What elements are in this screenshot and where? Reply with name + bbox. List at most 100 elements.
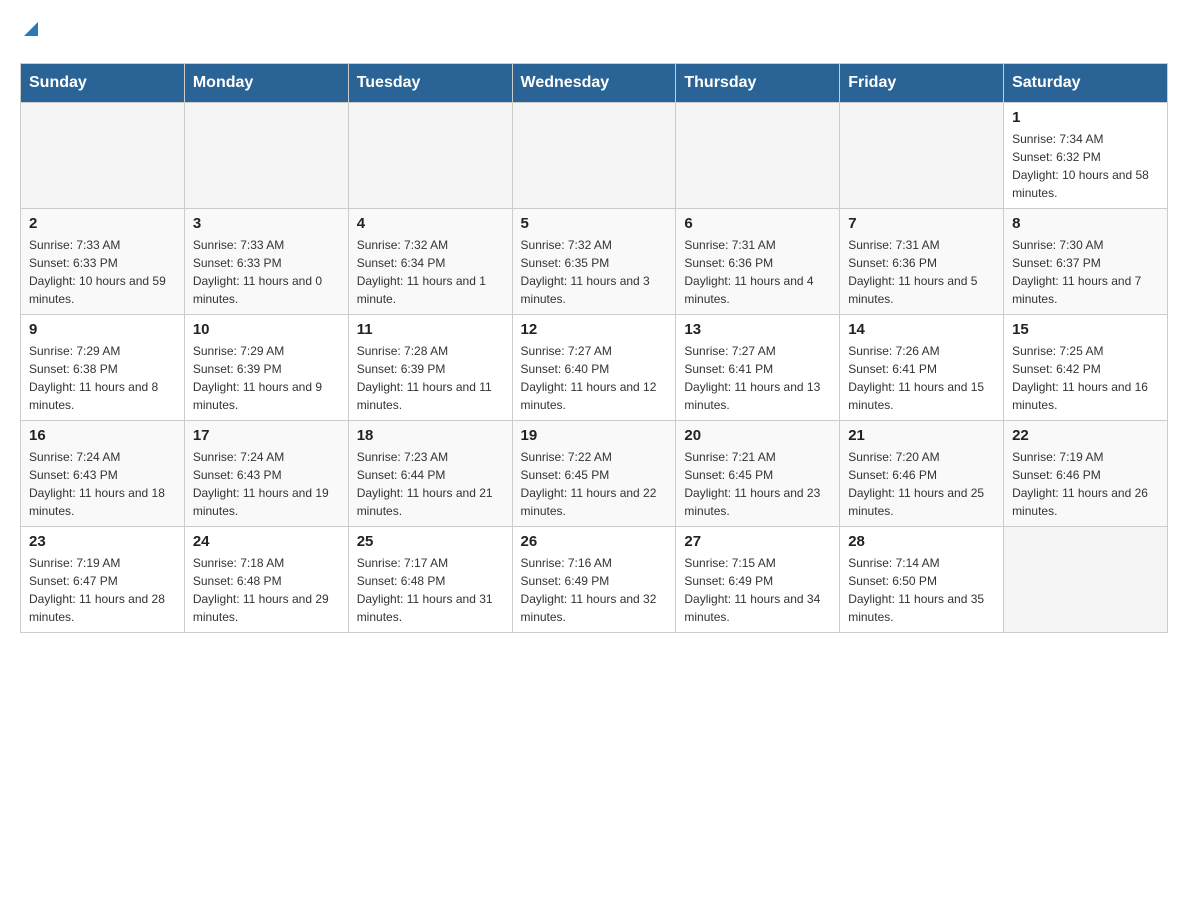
day-number: 20 [684, 427, 831, 444]
calendar-cell: 25 Sunrise: 7:17 AMSunset: 6:48 PMDayligh… [348, 527, 512, 633]
day-number: 17 [193, 427, 340, 444]
calendar-cell: 14 Sunrise: 7:26 AMSunset: 6:41 PMDayligh… [840, 315, 1004, 421]
day-info: Sunrise: 7:14 AMSunset: 6:50 PMDaylight:… [848, 554, 995, 626]
calendar-cell: 26 Sunrise: 7:16 AMSunset: 6:49 PMDayligh… [512, 527, 676, 633]
day-number: 11 [357, 321, 504, 338]
day-number: 27 [684, 533, 831, 550]
day-info: Sunrise: 7:31 AMSunset: 6:36 PMDaylight:… [684, 236, 831, 308]
calendar-week-row: 1 Sunrise: 7:34 AMSunset: 6:32 PMDaylight… [21, 103, 1168, 209]
calendar-cell: 1 Sunrise: 7:34 AMSunset: 6:32 PMDaylight… [1004, 103, 1168, 209]
calendar-cell: 15Sunrise: 7:25 AMSunset: 6:42 PMDayligh… [1004, 315, 1168, 421]
weekday-header-monday: Monday [184, 64, 348, 103]
day-number: 16 [29, 427, 176, 444]
calendar-header-row: SundayMondayTuesdayWednesdayThursdayFrid… [21, 64, 1168, 103]
calendar-cell: 24 Sunrise: 7:18 AMSunset: 6:48 PMDayligh… [184, 527, 348, 633]
day-info: Sunrise: 7:20 AMSunset: 6:46 PMDaylight:… [848, 448, 995, 520]
calendar-cell: 6 Sunrise: 7:31 AMSunset: 6:36 PMDaylight… [676, 209, 840, 315]
day-info: Sunrise: 7:26 AMSunset: 6:41 PMDaylight:… [848, 342, 995, 414]
day-number: 22 [1012, 427, 1159, 444]
calendar-cell [184, 103, 348, 209]
day-number: 21 [848, 427, 995, 444]
day-number: 3 [193, 215, 340, 232]
calendar-cell: 7Sunrise: 7:31 AMSunset: 6:36 PMDaylight… [840, 209, 1004, 315]
calendar-week-row: 9 Sunrise: 7:29 AMSunset: 6:38 PMDaylight… [21, 315, 1168, 421]
weekday-header-wednesday: Wednesday [512, 64, 676, 103]
calendar-week-row: 2 Sunrise: 7:33 AMSunset: 6:33 PMDaylight… [21, 209, 1168, 315]
weekday-header-friday: Friday [840, 64, 1004, 103]
calendar-cell [348, 103, 512, 209]
calendar-cell: 10 Sunrise: 7:29 AMSunset: 6:39 PMDayligh… [184, 315, 348, 421]
logo [20, 20, 42, 47]
calendar-cell: 8 Sunrise: 7:30 AMSunset: 6:37 PMDaylight… [1004, 209, 1168, 315]
day-info: Sunrise: 7:16 AMSunset: 6:49 PMDaylight:… [521, 554, 668, 626]
day-info: Sunrise: 7:30 AMSunset: 6:37 PMDaylight:… [1012, 236, 1159, 308]
day-number: 2 [29, 215, 176, 232]
day-info: Sunrise: 7:24 AMSunset: 6:43 PMDaylight:… [29, 448, 176, 520]
day-number: 12 [521, 321, 668, 338]
day-info: Sunrise: 7:24 AMSunset: 6:43 PMDaylight:… [193, 448, 340, 520]
calendar-cell: 17 Sunrise: 7:24 AMSunset: 6:43 PMDayligh… [184, 421, 348, 527]
day-number: 19 [521, 427, 668, 444]
weekday-header-saturday: Saturday [1004, 64, 1168, 103]
day-number: 6 [684, 215, 831, 232]
calendar-cell: 28 Sunrise: 7:14 AMSunset: 6:50 PMDayligh… [840, 527, 1004, 633]
day-number: 8 [1012, 215, 1159, 232]
day-info: Sunrise: 7:32 AMSunset: 6:34 PMDaylight:… [357, 236, 504, 308]
calendar-week-row: 23 Sunrise: 7:19 AMSunset: 6:47 PMDayligh… [21, 527, 1168, 633]
calendar-cell: 3 Sunrise: 7:33 AMSunset: 6:33 PMDaylight… [184, 209, 348, 315]
day-info: Sunrise: 7:19 AMSunset: 6:47 PMDaylight:… [29, 554, 176, 626]
day-info: Sunrise: 7:27 AMSunset: 6:40 PMDaylight:… [521, 342, 668, 414]
logo-triangle-icon [20, 18, 42, 45]
calendar-cell: 18 Sunrise: 7:23 AMSunset: 6:44 PMDayligh… [348, 421, 512, 527]
calendar-cell: 13 Sunrise: 7:27 AMSunset: 6:41 PMDayligh… [676, 315, 840, 421]
day-info: Sunrise: 7:29 AMSunset: 6:38 PMDaylight:… [29, 342, 176, 414]
calendar-cell [676, 103, 840, 209]
day-number: 28 [848, 533, 995, 550]
day-number: 13 [684, 321, 831, 338]
day-number: 24 [193, 533, 340, 550]
day-number: 10 [193, 321, 340, 338]
calendar-cell: 19 Sunrise: 7:22 AMSunset: 6:45 PMDayligh… [512, 421, 676, 527]
calendar-cell [840, 103, 1004, 209]
day-info: Sunrise: 7:28 AMSunset: 6:39 PMDaylight:… [357, 342, 504, 414]
day-number: 26 [521, 533, 668, 550]
calendar-cell: 21 Sunrise: 7:20 AMSunset: 6:46 PMDayligh… [840, 421, 1004, 527]
day-number: 18 [357, 427, 504, 444]
day-info: Sunrise: 7:17 AMSunset: 6:48 PMDaylight:… [357, 554, 504, 626]
day-number: 9 [29, 321, 176, 338]
day-info: Sunrise: 7:21 AMSunset: 6:45 PMDaylight:… [684, 448, 831, 520]
weekday-header-sunday: Sunday [21, 64, 185, 103]
day-info: Sunrise: 7:19 AMSunset: 6:46 PMDaylight:… [1012, 448, 1159, 520]
calendar-cell: 27Sunrise: 7:15 AMSunset: 6:49 PMDayligh… [676, 527, 840, 633]
day-info: Sunrise: 7:32 AMSunset: 6:35 PMDaylight:… [521, 236, 668, 308]
day-number: 4 [357, 215, 504, 232]
day-info: Sunrise: 7:22 AMSunset: 6:45 PMDaylight:… [521, 448, 668, 520]
day-info: Sunrise: 7:34 AMSunset: 6:32 PMDaylight:… [1012, 130, 1159, 202]
day-info: Sunrise: 7:33 AMSunset: 6:33 PMDaylight:… [193, 236, 340, 308]
calendar-cell: 11 Sunrise: 7:28 AMSunset: 6:39 PMDayligh… [348, 315, 512, 421]
day-number: 14 [848, 321, 995, 338]
calendar-cell [21, 103, 185, 209]
page-header [20, 20, 1168, 47]
day-info: Sunrise: 7:33 AMSunset: 6:33 PMDaylight:… [29, 236, 176, 308]
day-info: Sunrise: 7:18 AMSunset: 6:48 PMDaylight:… [193, 554, 340, 626]
calendar-cell: 20 Sunrise: 7:21 AMSunset: 6:45 PMDayligh… [676, 421, 840, 527]
calendar-cell: 9 Sunrise: 7:29 AMSunset: 6:38 PMDaylight… [21, 315, 185, 421]
calendar-cell: 23 Sunrise: 7:19 AMSunset: 6:47 PMDayligh… [21, 527, 185, 633]
calendar-cell: 5 Sunrise: 7:32 AMSunset: 6:35 PMDaylight… [512, 209, 676, 315]
weekday-header-tuesday: Tuesday [348, 64, 512, 103]
day-number: 25 [357, 533, 504, 550]
day-info: Sunrise: 7:25 AMSunset: 6:42 PMDaylight:… [1012, 342, 1159, 414]
calendar-cell: 22 Sunrise: 7:19 AMSunset: 6:46 PMDayligh… [1004, 421, 1168, 527]
calendar-cell [512, 103, 676, 209]
calendar-week-row: 16 Sunrise: 7:24 AMSunset: 6:43 PMDayligh… [21, 421, 1168, 527]
day-info: Sunrise: 7:27 AMSunset: 6:41 PMDaylight:… [684, 342, 831, 414]
day-info: Sunrise: 7:23 AMSunset: 6:44 PMDaylight:… [357, 448, 504, 520]
day-number: 23 [29, 533, 176, 550]
calendar-cell: 16 Sunrise: 7:24 AMSunset: 6:43 PMDayligh… [21, 421, 185, 527]
calendar-cell: 2 Sunrise: 7:33 AMSunset: 6:33 PMDaylight… [21, 209, 185, 315]
day-number: 5 [521, 215, 668, 232]
day-number: 7 [848, 215, 995, 232]
day-info: Sunrise: 7:29 AMSunset: 6:39 PMDaylight:… [193, 342, 340, 414]
day-number: 1 [1012, 109, 1159, 126]
